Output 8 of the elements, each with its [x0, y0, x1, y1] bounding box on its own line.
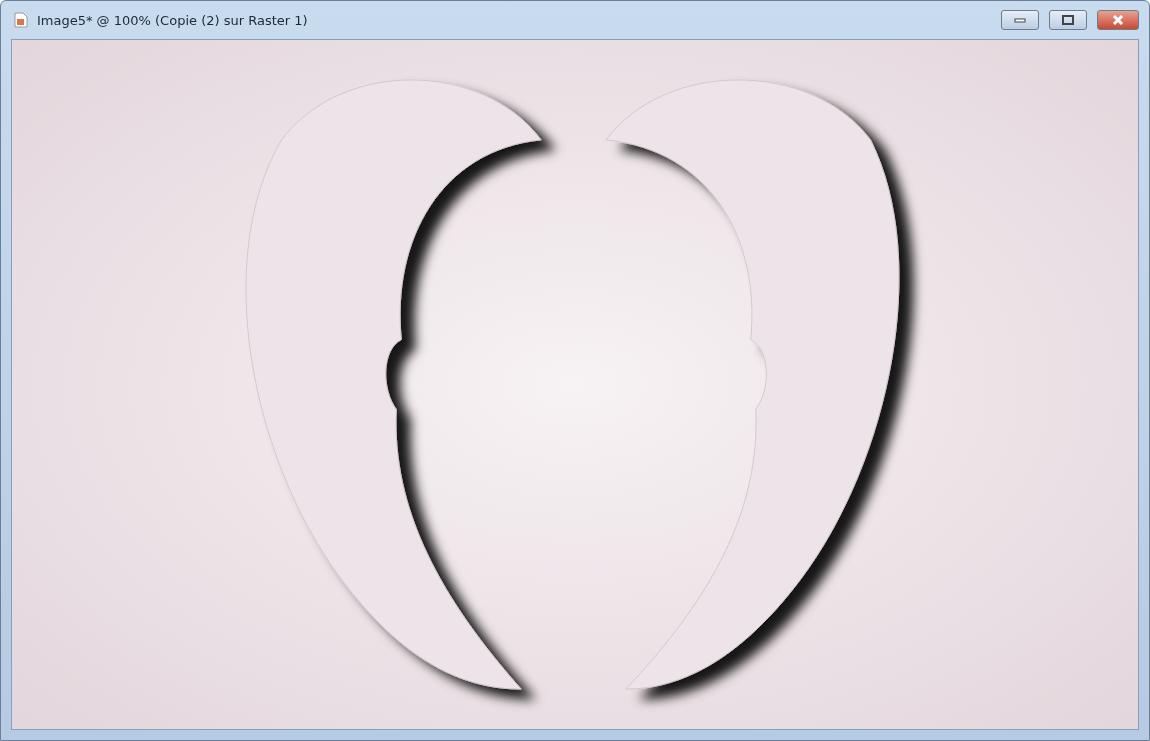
- maximize-button[interactable]: [1049, 10, 1087, 30]
- close-button[interactable]: [1097, 10, 1139, 30]
- minimize-icon: [1014, 17, 1026, 23]
- minimize-button[interactable]: [1001, 10, 1039, 30]
- image-document-icon: [13, 12, 29, 28]
- close-icon: [1112, 15, 1124, 25]
- window-title: Image5* @ 100% (Copie (2) sur Raster 1): [37, 12, 308, 28]
- maximize-icon: [1062, 15, 1074, 25]
